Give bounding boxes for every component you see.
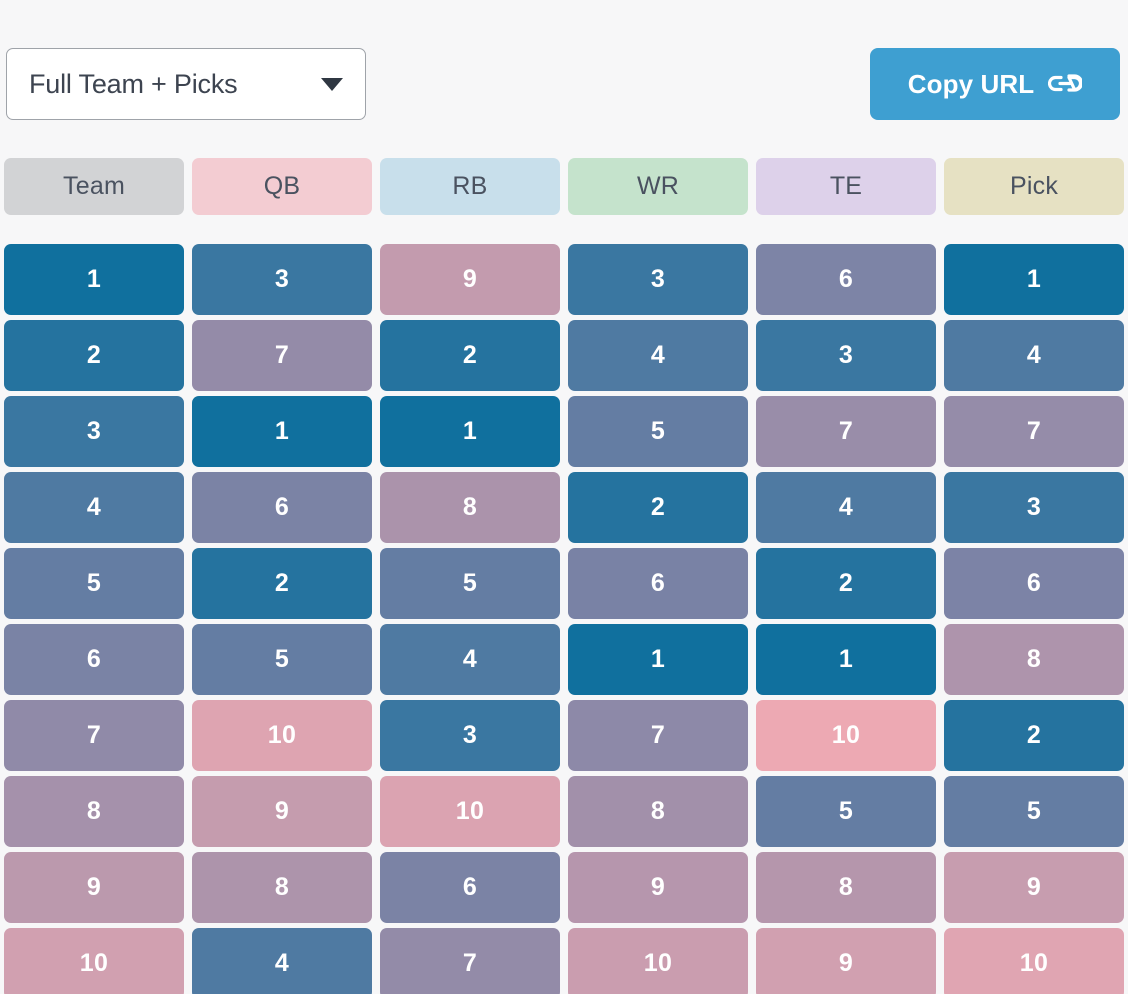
- cell-te-row-1[interactable]: 6: [756, 244, 936, 315]
- cell-rb-row-9[interactable]: 6: [380, 852, 560, 923]
- cell-team-row-2[interactable]: 2: [4, 320, 184, 391]
- cell-qb-row-6[interactable]: 5: [192, 624, 372, 695]
- cell-pick-row-2[interactable]: 4: [944, 320, 1124, 391]
- cell-qb-row-3[interactable]: 1: [192, 396, 372, 467]
- cell-wr-row-2[interactable]: 4: [568, 320, 748, 391]
- cell-te-row-5[interactable]: 2: [756, 548, 936, 619]
- cell-rb-row-10[interactable]: 7: [380, 928, 560, 994]
- cell-te-row-10[interactable]: 9: [756, 928, 936, 994]
- column-header-rb[interactable]: RB: [380, 158, 560, 215]
- cell-wr-row-3[interactable]: 5: [568, 396, 748, 467]
- cell-rb-row-7[interactable]: 3: [380, 700, 560, 771]
- chevron-down-icon: [321, 77, 343, 91]
- header-body-spacer: [4, 220, 1124, 239]
- cell-rb-row-5[interactable]: 5: [380, 548, 560, 619]
- cell-qb-row-9[interactable]: 8: [192, 852, 372, 923]
- cell-qb-row-10[interactable]: 4: [192, 928, 372, 994]
- cell-wr-row-9[interactable]: 9: [568, 852, 748, 923]
- cell-pick-row-4[interactable]: 3: [944, 472, 1124, 543]
- cell-wr-row-7[interactable]: 7: [568, 700, 748, 771]
- cell-rb-row-1[interactable]: 9: [380, 244, 560, 315]
- cell-rb-row-4[interactable]: 8: [380, 472, 560, 543]
- column-header-te[interactable]: TE: [756, 158, 936, 215]
- cell-te-row-7[interactable]: 10: [756, 700, 936, 771]
- column-header-pick[interactable]: Pick: [944, 158, 1124, 215]
- column-header-team[interactable]: Team: [4, 158, 184, 215]
- cell-qb-row-2[interactable]: 7: [192, 320, 372, 391]
- cell-team-row-9[interactable]: 9: [4, 852, 184, 923]
- cell-te-row-8[interactable]: 5: [756, 776, 936, 847]
- cell-qb-row-8[interactable]: 9: [192, 776, 372, 847]
- cell-rb-row-6[interactable]: 4: [380, 624, 560, 695]
- toolbar: Full Team + Picks Copy URL: [0, 48, 1128, 126]
- cell-pick-row-5[interactable]: 6: [944, 548, 1124, 619]
- cell-team-row-6[interactable]: 6: [4, 624, 184, 695]
- cell-wr-row-5[interactable]: 6: [568, 548, 748, 619]
- cell-team-row-7[interactable]: 7: [4, 700, 184, 771]
- cell-te-row-6[interactable]: 1: [756, 624, 936, 695]
- cell-team-row-10[interactable]: 10: [4, 928, 184, 994]
- draft-board-page: Full Team + Picks Copy URL Team QB RB WR TE P…: [0, 0, 1128, 994]
- cell-pick-row-3[interactable]: 7: [944, 396, 1124, 467]
- cell-wr-row-6[interactable]: 1: [568, 624, 748, 695]
- cell-team-row-4[interactable]: 4: [4, 472, 184, 543]
- cell-team-row-8[interactable]: 8: [4, 776, 184, 847]
- link-icon: [1048, 70, 1084, 99]
- view-mode-select-value: Full Team + Picks: [29, 68, 238, 99]
- cell-qb-row-1[interactable]: 3: [192, 244, 372, 315]
- cell-pick-row-10[interactable]: 10: [944, 928, 1124, 994]
- cell-te-row-9[interactable]: 8: [756, 852, 936, 923]
- cell-team-row-5[interactable]: 5: [4, 548, 184, 619]
- cell-rb-row-2[interactable]: 2: [380, 320, 560, 391]
- view-mode-select[interactable]: Full Team + Picks: [6, 48, 366, 120]
- cell-team-row-1[interactable]: 1: [4, 244, 184, 315]
- column-header-wr[interactable]: WR: [568, 158, 748, 215]
- cell-pick-row-7[interactable]: 2: [944, 700, 1124, 771]
- copy-url-button[interactable]: Copy URL: [870, 48, 1120, 120]
- cell-pick-row-9[interactable]: 9: [944, 852, 1124, 923]
- cell-qb-row-7[interactable]: 10: [192, 700, 372, 771]
- cell-wr-row-4[interactable]: 2: [568, 472, 748, 543]
- cell-qb-row-5[interactable]: 2: [192, 548, 372, 619]
- cell-pick-row-6[interactable]: 8: [944, 624, 1124, 695]
- cell-wr-row-1[interactable]: 3: [568, 244, 748, 315]
- cell-te-row-2[interactable]: 3: [756, 320, 936, 391]
- cell-team-row-3[interactable]: 3: [4, 396, 184, 467]
- cell-rb-row-8[interactable]: 10: [380, 776, 560, 847]
- cell-rb-row-3[interactable]: 1: [380, 396, 560, 467]
- cell-pick-row-1[interactable]: 1: [944, 244, 1124, 315]
- cell-qb-row-4[interactable]: 6: [192, 472, 372, 543]
- copy-url-button-label: Copy URL: [907, 68, 1035, 99]
- cell-wr-row-8[interactable]: 8: [568, 776, 748, 847]
- cell-wr-row-10[interactable]: 10: [568, 928, 748, 994]
- draft-board-grid: Team QB RB WR TE Pick 1 3 9 3 6 1 2 7 2 4 3 4 3 1 1 5 7 7 4 6 8 2 4 3…: [4, 158, 1124, 994]
- column-header-qb[interactable]: QB: [192, 158, 372, 215]
- cell-te-row-3[interactable]: 7: [756, 396, 936, 467]
- cell-te-row-4[interactable]: 4: [756, 472, 936, 543]
- cell-pick-row-8[interactable]: 5: [944, 776, 1124, 847]
